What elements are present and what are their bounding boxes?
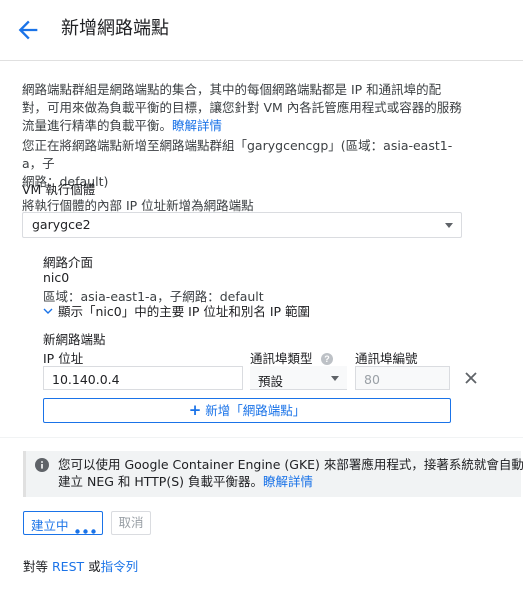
ip-address-input[interactable]: 10.140.0.4 (43, 366, 243, 390)
ip-address-value: 10.140.0.4 (52, 372, 120, 387)
loading-dots-icon (75, 522, 97, 537)
cancel-button-label: 取消 (118, 515, 144, 530)
cancel-button[interactable]: 取消 (111, 511, 151, 535)
equivalent-prefix: 對等 (23, 559, 52, 574)
intro-text: 網路端點群組是網路端點的集合，其中的每個網路端點都是 IP 和通訊埠的配對，可用… (22, 82, 462, 133)
plus-icon: + (188, 401, 202, 419)
port-number-column-label: 通訊埠編號 (355, 351, 418, 366)
info-icon (35, 458, 49, 475)
or-text: 或 (84, 559, 101, 574)
page-title: 新增網路端點 (61, 18, 169, 39)
svg-text:?: ? (324, 354, 330, 364)
network-interface-name: nic0 (43, 270, 70, 285)
back-button[interactable] (14, 16, 42, 44)
create-button[interactable]: 建立中 (23, 511, 103, 535)
rest-link[interactable]: REST (52, 559, 84, 574)
network-interface-label: 網路介面 (43, 255, 94, 270)
equivalent-footer: 對等 REST 或指令列 (23, 556, 138, 575)
info-line2: 建立 NEG 和 HTTP(S) 負載平衡器。 (58, 474, 264, 489)
show-ip-ranges-link[interactable]: 顯示「nic0」中的主要 IP 位址和別名 IP 範圍 (43, 301, 310, 320)
chevron-down-icon (43, 304, 54, 319)
intro-paragraph: 網路端點群組是網路端點的集合，其中的每個網路端點都是 IP 和通訊埠的配對，可用… (22, 81, 462, 135)
remove-endpoint-button[interactable] (463, 370, 479, 386)
vm-instance-value: garygce2 (32, 217, 91, 232)
port-type-select[interactable]: 預設 (250, 366, 347, 390)
learn-more-link[interactable]: 瞭解詳情 (172, 118, 222, 133)
show-ip-ranges-text: 顯示「nic0」中的主要 IP 位址和別名 IP 範圍 (57, 304, 311, 319)
info-text: 您可以使用 Google Container Engine (GKE) 來部署應… (58, 456, 523, 490)
close-icon (465, 372, 477, 384)
info-learn-more-link[interactable]: 瞭解詳情 (263, 474, 313, 489)
command-line-link[interactable]: 指令列 (101, 559, 139, 574)
port-type-label-text: 通訊埠類型 (250, 351, 313, 366)
port-number-value: 80 (364, 372, 380, 387)
new-endpoint-label: 新網路端點 (43, 332, 106, 347)
arrow-back-icon (18, 20, 38, 40)
ip-address-column-label: IP 位址 (43, 351, 84, 366)
port-number-input[interactable]: 80 (355, 366, 450, 390)
add-endpoint-button[interactable]: + 新增「網路端點」 (43, 398, 451, 423)
target-group-prefix: 您正在將網路端點新增至網路端點群組「garygcencgp」(區域：asia-e… (22, 138, 453, 171)
dropdown-caret-icon (445, 223, 453, 228)
vm-instance-select[interactable]: garygce2 (22, 212, 462, 238)
info-box: 您可以使用 Google Container Engine (GKE) 來部署應… (23, 451, 523, 497)
port-type-column-label: 通訊埠類型 ? (250, 348, 333, 368)
add-endpoint-label: 新增「網路端點」 (205, 403, 306, 418)
port-type-caret-icon (331, 376, 339, 381)
port-type-value: 預設 (258, 374, 284, 389)
info-line1: 您可以使用 Google Container Engine (GKE) 來部署應… (58, 457, 523, 472)
divider (0, 437, 523, 438)
create-button-label: 建立中 (31, 518, 69, 533)
